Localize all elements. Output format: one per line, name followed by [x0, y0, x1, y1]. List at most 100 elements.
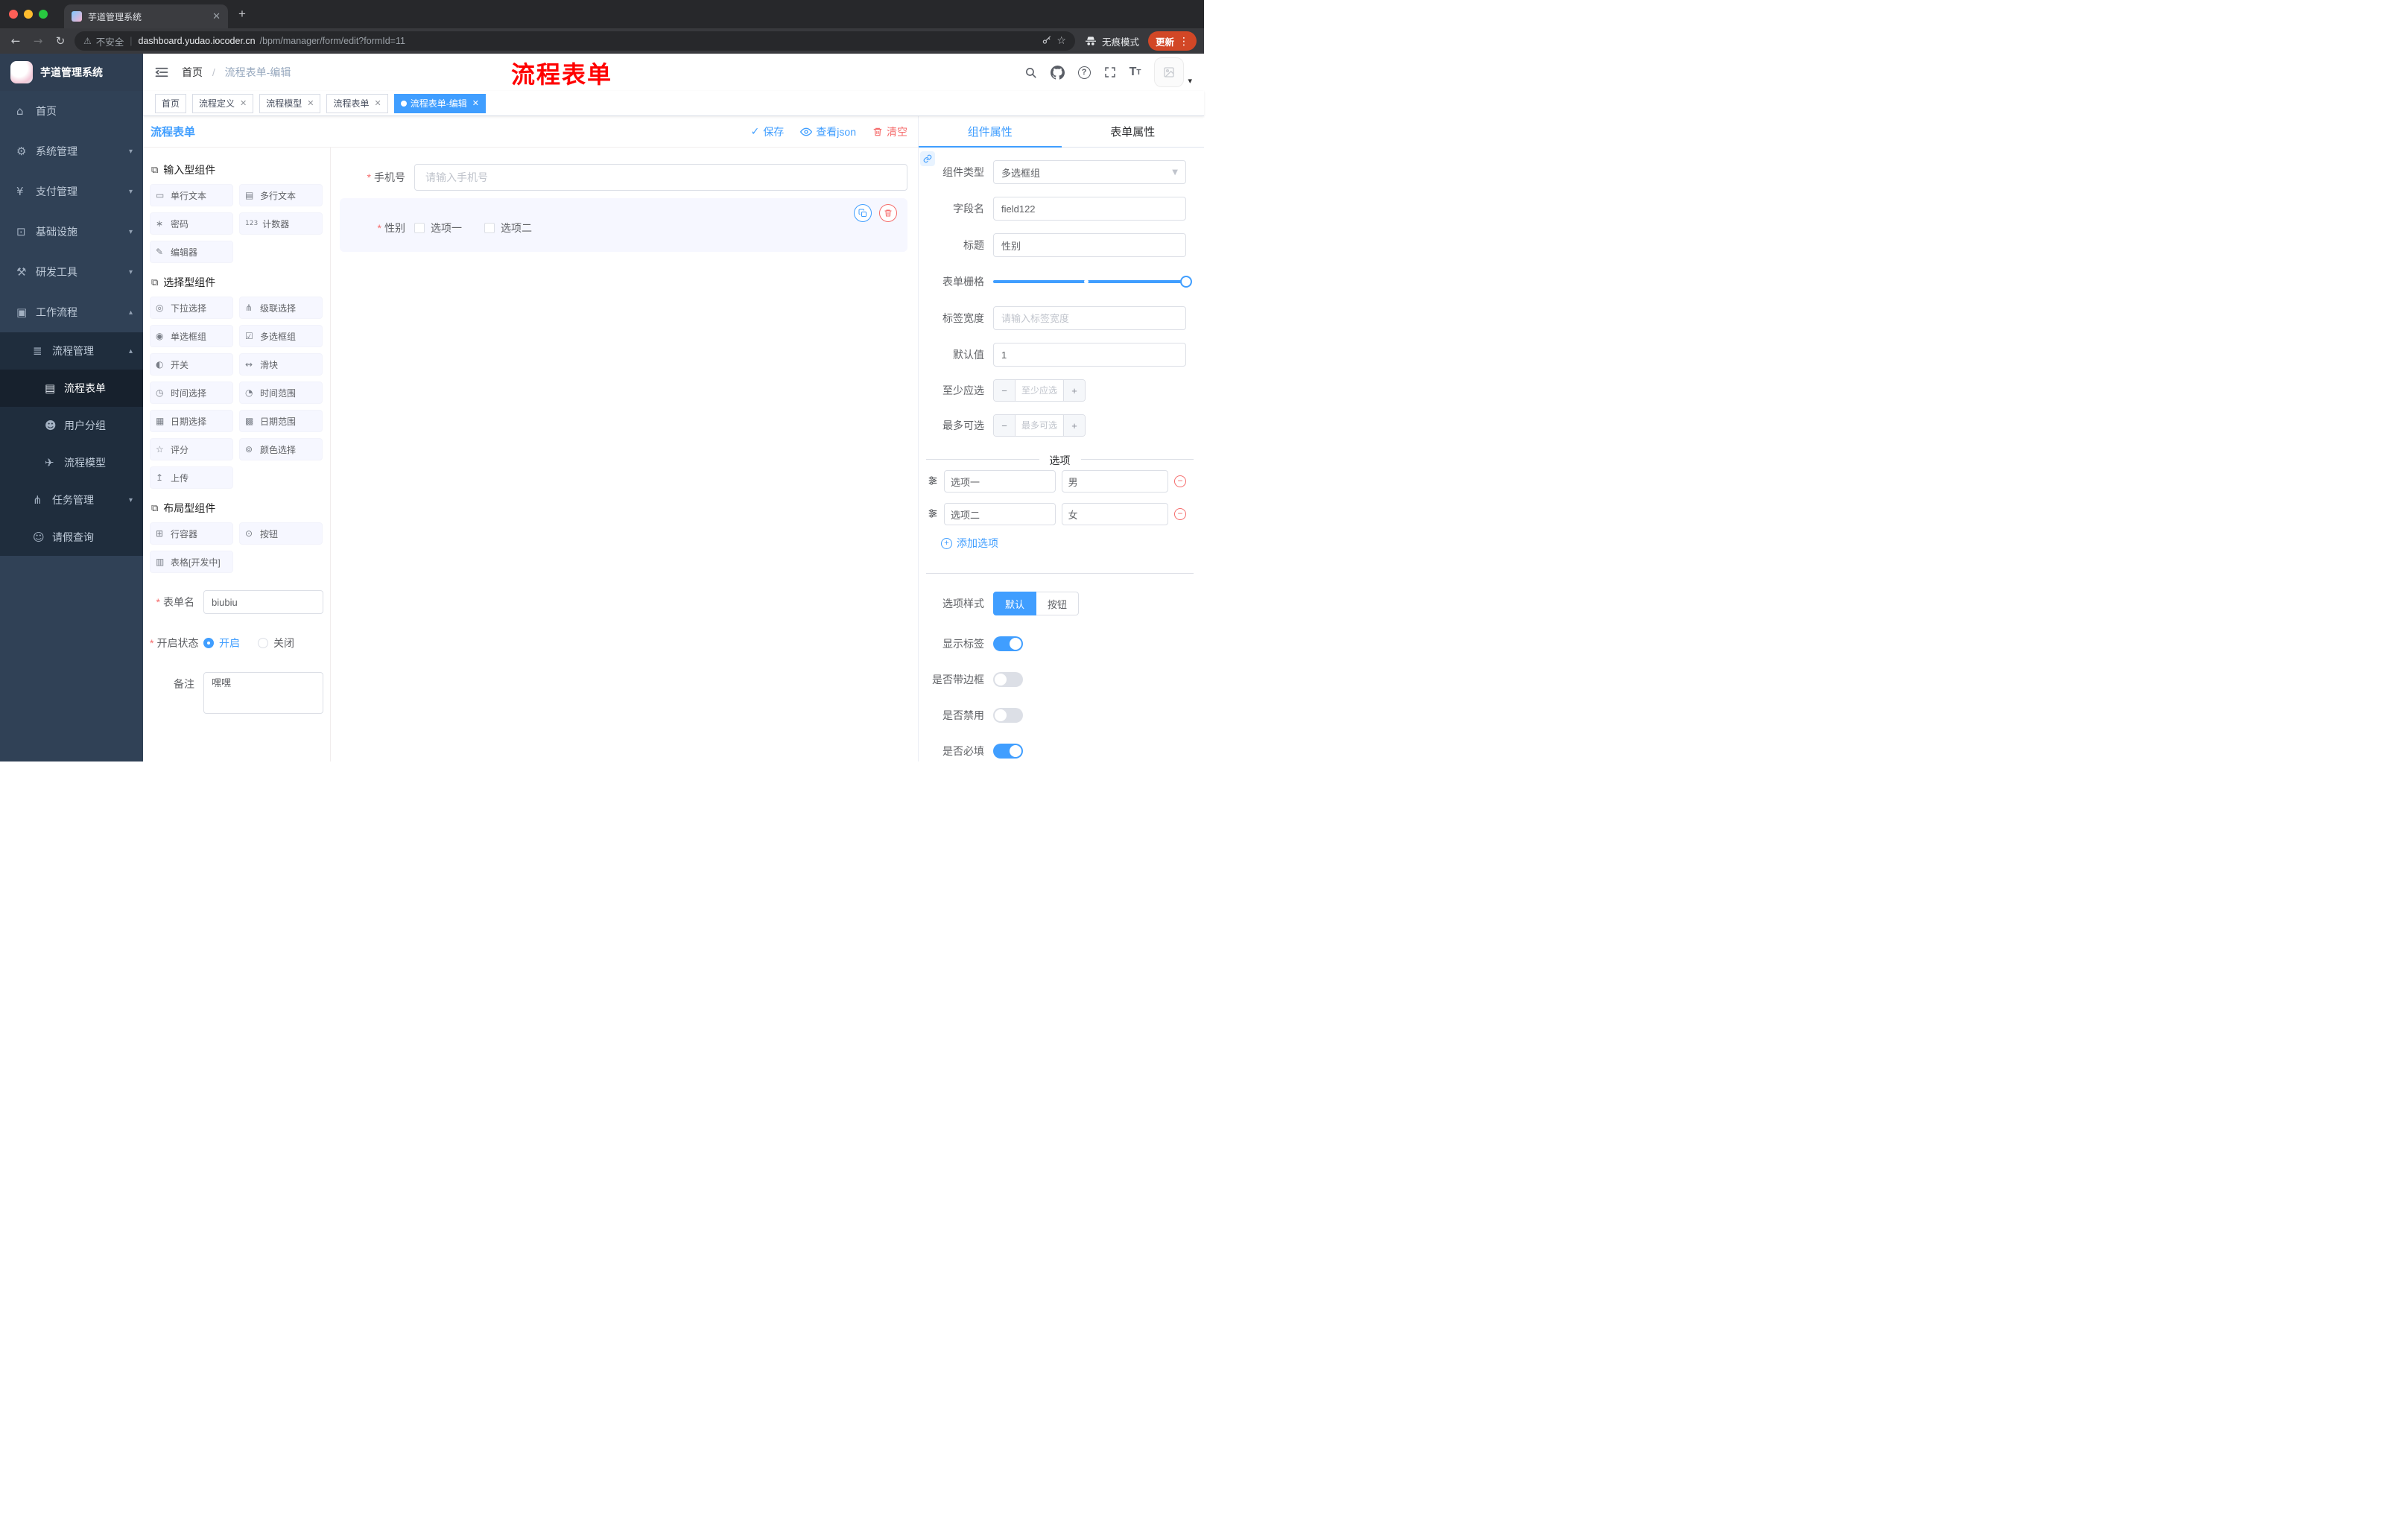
tag-process-model[interactable]: 流程模型 ✕ — [259, 93, 321, 113]
gender-field-selected[interactable]: 性别 选项一 选项二 — [340, 198, 907, 252]
close-tab-icon[interactable]: ✕ — [212, 10, 221, 22]
default-value-input[interactable] — [993, 343, 1186, 367]
palette-item-time-picker[interactable]: ◷ 时间选择 — [150, 381, 233, 404]
gender-option-1-checkbox[interactable]: 选项一 — [414, 221, 462, 235]
style-button-button[interactable]: 按钮 — [1036, 592, 1080, 615]
fullscreen-icon[interactable] — [1104, 66, 1116, 78]
max-checked-input[interactable] — [1016, 415, 1063, 436]
copy-component-button[interactable] — [854, 204, 872, 222]
slider-handle[interactable] — [1180, 276, 1192, 288]
required-toggle[interactable] — [993, 744, 1023, 759]
avatar[interactable] — [1154, 57, 1185, 87]
search-icon[interactable] — [1024, 66, 1037, 79]
option-label-input[interactable] — [944, 503, 1056, 525]
palette-item-color-picker[interactable]: ⊚ 颜色选择 — [239, 438, 323, 460]
delete-component-button[interactable] — [879, 204, 897, 222]
palette-item-rate[interactable]: ☆ 评分 — [150, 438, 233, 460]
zoom-window-icon[interactable] — [39, 10, 48, 19]
sidebar-item-infrastructure[interactable]: ⊡ 基础设施 ▾ — [0, 212, 143, 252]
disabled-toggle[interactable] — [993, 708, 1023, 723]
hamburger-icon[interactable] — [155, 66, 170, 78]
sidebar-item-process-form[interactable]: ▤ 流程表单 — [0, 370, 143, 407]
gender-option-2-checkbox[interactable]: 选项二 — [484, 221, 532, 235]
user-avatar-wrap[interactable]: ▾ — [1154, 57, 1192, 87]
close-window-icon[interactable] — [9, 10, 18, 19]
remove-option-icon[interactable]: − — [1174, 475, 1186, 487]
component-type-select[interactable]: 多选框组 ▼ — [993, 160, 1186, 184]
sidebar-item-task-management[interactable]: ⋔ 任务管理 ▾ — [0, 481, 143, 519]
label-width-input[interactable] — [993, 306, 1186, 330]
save-button[interactable]: ✓ 保存 — [751, 124, 785, 139]
palette-item-multi-line-text[interactable]: ▤ 多行文本 — [239, 184, 323, 206]
palette-item-cascader[interactable]: ⋔ 级联选择 — [239, 297, 323, 319]
tab-component-props[interactable]: 组件属性 — [919, 116, 1062, 148]
palette-item-row-container[interactable]: ⊞ 行容器 — [150, 522, 233, 545]
add-option-button[interactable]: + 添加选项 — [941, 536, 1204, 551]
border-toggle[interactable] — [993, 672, 1023, 687]
bookmark-star-icon[interactable]: ☆ — [1056, 35, 1066, 47]
sidebar-item-process-model[interactable]: ✈ 流程模型 — [0, 444, 143, 481]
drag-handle-icon[interactable] — [928, 475, 938, 488]
phone-field-input[interactable] — [414, 164, 907, 191]
plus-button[interactable]: + — [1064, 380, 1085, 401]
palette-item-checkbox-group[interactable]: ☑ 多选框组 — [239, 325, 323, 347]
app-logo[interactable]: 芋道管理系统 — [0, 54, 143, 91]
palette-item-editor[interactable]: ✎ 编辑器 — [150, 241, 233, 263]
sidebar-item-payment[interactable]: ¥ 支付管理 ▾ — [0, 171, 143, 212]
palette-item-table[interactable]: ▥ 表格[开发中] — [150, 551, 233, 573]
option-label-input[interactable] — [944, 470, 1056, 493]
browser-tab[interactable]: 芋道管理系统 ✕ — [64, 4, 228, 28]
option-value-input[interactable] — [1061, 470, 1168, 493]
sidebar-item-workflow[interactable]: ▣ 工作流程 ▴ — [0, 292, 143, 332]
palette-item-radio-group[interactable]: ◉ 单选框组 — [150, 325, 233, 347]
remove-option-icon[interactable]: − — [1174, 508, 1186, 520]
close-tag-icon[interactable]: ✕ — [307, 98, 314, 108]
reload-icon[interactable]: ↻ — [52, 34, 69, 48]
sidebar-item-user-group[interactable]: ☻ 用户分组 — [0, 407, 143, 444]
password-key-icon[interactable] — [1042, 35, 1052, 48]
min-checked-input[interactable] — [1016, 380, 1063, 401]
close-tag-icon[interactable]: ✕ — [240, 98, 247, 108]
field-name-input[interactable] — [993, 197, 1186, 221]
help-icon[interactable]: ? — [1077, 66, 1091, 79]
slider-track[interactable] — [993, 276, 1192, 288]
avatar-caret-icon[interactable]: ▾ — [1188, 76, 1192, 87]
show-label-toggle[interactable] — [993, 636, 1023, 651]
sidebar-item-process-management[interactable]: ≣ 流程管理 ▴ — [0, 332, 143, 370]
minus-button[interactable]: − — [994, 415, 1015, 436]
palette-item-date-picker[interactable]: ▦ 日期选择 — [150, 410, 233, 432]
plus-button[interactable]: + — [1064, 415, 1085, 436]
minus-button[interactable]: − — [994, 380, 1015, 401]
update-browser-button[interactable]: 更新 ⋮ — [1147, 31, 1197, 51]
close-tag-icon[interactable]: ✕ — [375, 98, 381, 108]
github-icon[interactable] — [1050, 65, 1065, 80]
view-json-button[interactable]: 查看json — [800, 124, 856, 139]
tag-process-form-edit[interactable]: 流程表单-编辑 ✕ — [393, 93, 486, 113]
sidebar-item-system[interactable]: ⚙ 系统管理 ▾ — [0, 131, 143, 171]
drag-handle-icon[interactable] — [928, 508, 938, 521]
breadcrumb-home[interactable]: 首页 — [182, 66, 203, 78]
option-value-input[interactable] — [1061, 503, 1168, 525]
palette-item-password[interactable]: ∗ 密码 — [150, 212, 233, 235]
sidebar-item-leave-query[interactable]: ☺ 请假查询 — [0, 519, 143, 556]
link-icon[interactable] — [920, 151, 935, 166]
phone-field[interactable]: 手机号 — [340, 164, 907, 191]
clear-button[interactable]: 清空 — [872, 124, 907, 139]
style-default-button[interactable]: 默认 — [993, 592, 1037, 615]
tag-process-form[interactable]: 流程表单 ✕ — [326, 93, 388, 113]
form-canvas[interactable]: 手机号 — [331, 148, 918, 762]
address-bar[interactable]: ⚠ 不安全 | dashboard.yudao.iocoder.cn/bpm/m… — [75, 31, 1075, 51]
palette-item-counter[interactable]: 123 计数器 — [239, 212, 323, 235]
sidebar-item-home[interactable]: ⌂ 首页 — [0, 91, 143, 131]
palette-item-slider[interactable]: ↭ 滑块 — [239, 353, 323, 376]
palette-item-upload[interactable]: ↥ 上传 — [150, 466, 233, 489]
sidebar-item-dev-tools[interactable]: ⚒ 研发工具 ▾ — [0, 252, 143, 292]
minimize-window-icon[interactable] — [24, 10, 33, 19]
palette-item-date-range[interactable]: ▩ 日期范围 — [239, 410, 323, 432]
form-remark-textarea[interactable]: 嘿嘿 — [203, 672, 323, 714]
status-on-radio[interactable]: 开启 — [203, 636, 240, 650]
browser-menu-icon[interactable]: ⋮ — [1179, 35, 1189, 48]
title-input[interactable] — [993, 233, 1186, 257]
palette-item-button[interactable]: ⊙ 按钮 — [239, 522, 323, 545]
tag-home[interactable]: 首页 — [155, 93, 187, 113]
